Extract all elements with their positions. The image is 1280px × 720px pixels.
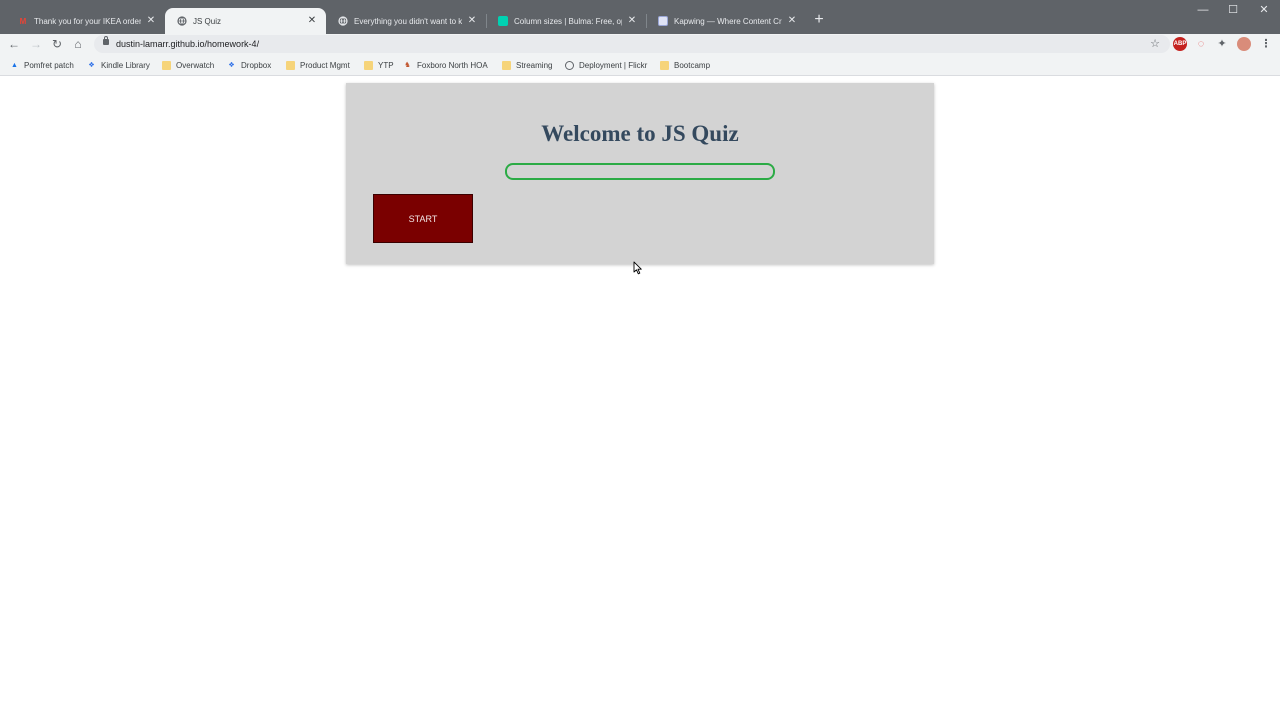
globe-icon	[338, 16, 348, 26]
url-text[interactable]: dustin-lamarr.github.io/homework-4/	[116, 37, 259, 51]
adblock-icon[interactable]: ABP	[1173, 37, 1187, 51]
folder-icon	[364, 60, 373, 70]
maximize-icon[interactable]: ☐	[1218, 0, 1248, 22]
mouse-cursor-icon	[633, 261, 642, 275]
bookmark-dropbox[interactable]: ❖ Dropbox	[227, 58, 271, 72]
folder-icon	[286, 60, 295, 70]
bookmark-label: Dropbox	[241, 60, 272, 70]
folder-icon	[660, 60, 669, 70]
gmail-icon: M	[19, 16, 27, 26]
bookmark-product-mgmt[interactable]: Product Mgmt	[286, 58, 350, 72]
globe-icon	[565, 60, 574, 70]
tab-js-quiz[interactable]: JS Quiz ✕	[165, 8, 326, 34]
close-icon[interactable]: ✕	[145, 15, 157, 27]
lock-icon	[103, 36, 109, 45]
kapwing-icon	[658, 16, 668, 26]
bookmarks-bar: ▲ Pomfret patch ❖ Kindle Library Overwat…	[0, 54, 1280, 76]
dropbox-icon: ❖	[88, 62, 95, 69]
bulma-icon	[498, 16, 508, 26]
close-icon[interactable]: ✕	[466, 15, 478, 27]
forward-arrow-icon[interactable]: →	[28, 36, 44, 52]
bookmark-kindle-library[interactable]: ❖ Kindle Library	[87, 58, 150, 72]
tab-title: Kapwing — Where Content Crea	[674, 16, 782, 26]
bookmark-star-icon[interactable]: ☆	[1150, 36, 1160, 52]
bookmark-label: Kindle Library	[101, 60, 150, 70]
close-window-icon[interactable]: ✕	[1249, 0, 1279, 22]
bookmark-pomfret-patch[interactable]: ▲ Pomfret patch	[10, 58, 74, 72]
globe-icon	[177, 16, 187, 26]
bookmark-label: Streaming	[516, 60, 553, 70]
quiz-title: Welcome to JS Quiz	[541, 121, 739, 146]
close-icon[interactable]: ✕	[626, 15, 638, 27]
tab-everything[interactable]: Everything you didn't want to kn ✕	[326, 8, 486, 34]
browser-toolbar: ← → ↻ ⌂ dustin-lamarr.github.io/homework…	[0, 34, 1280, 54]
bookmark-streaming[interactable]: Streaming	[502, 58, 552, 72]
tab-kapwing[interactable]: Kapwing — Where Content Crea ✕	[646, 8, 806, 34]
reload-icon[interactable]: ↻	[49, 36, 65, 52]
bookmark-label: Overwatch	[176, 60, 215, 70]
dropbox-icon: ❖	[228, 62, 235, 69]
tab-title: Everything you didn't want to kn	[354, 16, 462, 26]
folder-icon	[162, 60, 171, 70]
back-arrow-icon[interactable]: ←	[6, 36, 22, 52]
bookmark-overwatch[interactable]: Overwatch	[162, 58, 214, 72]
quiz-card: Welcome to JS Quiz START	[346, 83, 934, 264]
tab-title: Column sizes | Bulma: Free, open	[514, 16, 622, 26]
puzzle-icon[interactable]: ✦	[1215, 37, 1229, 51]
bookmark-label: Pomfret patch	[24, 60, 74, 70]
tab-title: Thank you for your IKEA order 3	[34, 16, 141, 26]
bookmark-foxboro-north-hoa[interactable]: ♞ Foxboro North HOA	[403, 58, 488, 72]
extension-icon[interactable]: ◌	[1194, 37, 1208, 51]
new-tab-button[interactable]: +	[810, 11, 828, 29]
quiz-text-field[interactable]	[505, 163, 775, 180]
bookmark-label: Product Mgmt	[300, 60, 350, 70]
close-icon[interactable]: ✕	[306, 15, 318, 27]
tab-bulma[interactable]: Column sizes | Bulma: Free, open ✕	[486, 8, 646, 34]
home-icon[interactable]: ⌂	[70, 36, 86, 52]
bookmark-deployment-flickr[interactable]: Deployment | Flickr	[565, 58, 647, 72]
tab-title: JS Quiz	[193, 16, 222, 26]
tab-strip: M Thank you for your IKEA order 3 ✕ JS Q…	[0, 0, 1280, 34]
tab-ikea-order[interactable]: M Thank you for your IKEA order 3 ✕	[6, 8, 165, 34]
bookmark-label: YTP	[378, 60, 394, 70]
bookmark-label: Foxboro North HOA	[417, 60, 488, 70]
bookmark-ytp[interactable]: YTP	[364, 58, 394, 72]
minimize-icon[interactable]: —	[1188, 0, 1218, 22]
menu-dots-icon[interactable]: ⋮	[1259, 37, 1273, 51]
address-bar[interactable]: dustin-lamarr.github.io/homework-4/ ☆	[94, 35, 1170, 53]
bookmark-label: Deployment | Flickr	[579, 60, 648, 70]
fox-icon: ♞	[404, 62, 411, 69]
bookmark-bootcamp[interactable]: Bootcamp	[660, 58, 710, 72]
pin-icon: ▲	[11, 61, 18, 69]
close-icon[interactable]: ✕	[786, 15, 798, 27]
bookmark-label: Bootcamp	[674, 60, 711, 70]
avatar[interactable]	[1237, 37, 1251, 51]
start-button[interactable]: START	[373, 194, 473, 243]
folder-icon	[502, 60, 511, 70]
